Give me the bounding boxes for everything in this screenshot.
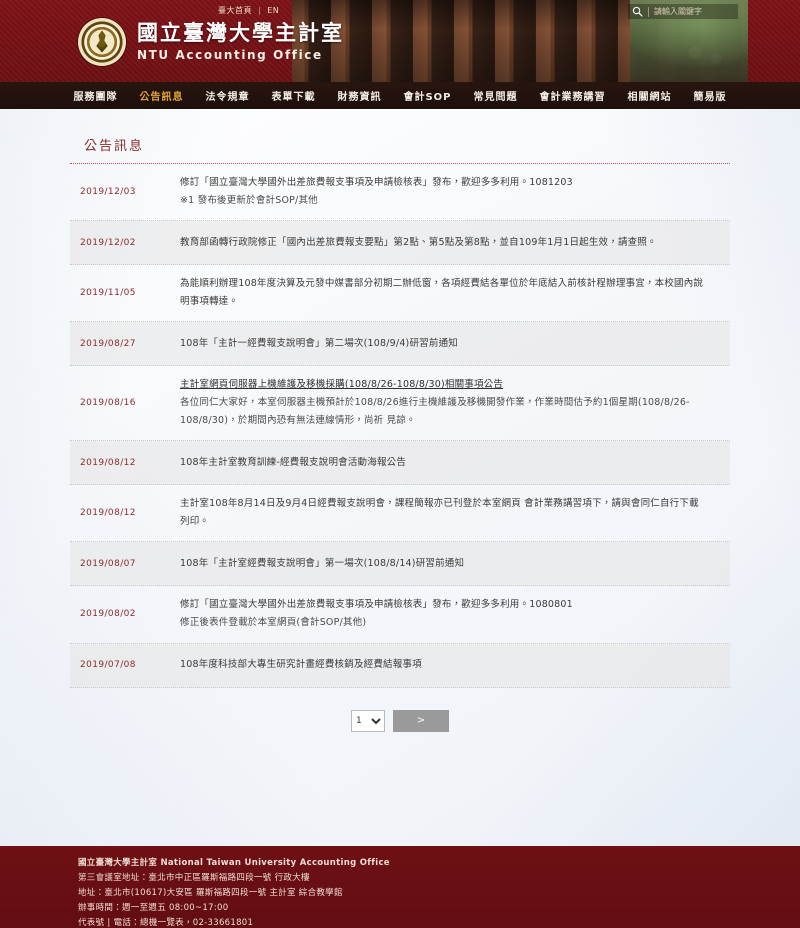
announcement-title[interactable]: 108年「主計室經費報支說明會」第一場次(108/8/14)研習前通知	[180, 555, 716, 573]
table-row[interactable]: 2019/12/03 修訂「國立臺灣大學國外出差旅費報支事項及申請檢核表」發布，…	[70, 164, 730, 222]
announcement-date: 2019/08/16	[80, 398, 136, 409]
announcement-title-cont: 明事項轉達。	[180, 296, 239, 308]
announcement-body: 主計室108年8月14日及9月4日經費報支說明會，課程簡報亦已刊登於本室網頁 會…	[180, 495, 730, 531]
announcement-title[interactable]: 主計室108年8月14日及9月4日經費報支說明會，課程簡報亦已刊登於本室網頁 會…	[180, 495, 716, 513]
main-navigation: 服務團隊 公告訊息 法令規章 表單下載 財務資訊 會計SOP 常見問題 會計業務…	[0, 82, 800, 109]
announcement-title[interactable]: 主計室網頁伺服器上機維護及移機採購(108/8/26-108/8/30)相關事項…	[180, 376, 716, 394]
brand-text: 國立臺灣大學主計室 NTU Accounting Office	[137, 21, 344, 62]
site-footer: 國立臺灣大學主計室 National Taiwan University Acc…	[0, 846, 800, 928]
footer-org-name: 國立臺灣大學主計室 National Taiwan University Acc…	[78, 858, 390, 868]
announcement-body: 為能順利辦理108年度決算及元發中媒書部分初期二辦低窗，各項經費結各單位於年底結…	[180, 275, 730, 311]
table-row[interactable]: 2019/08/07 108年「主計室經費報支說明會」第一場次(108/8/14…	[70, 542, 730, 587]
top-utility-links: 臺大首頁 | EN	[218, 5, 279, 16]
table-row[interactable]: 2019/11/05 為能順利辦理108年度決算及元發中媒書部分初期二辦低窗，各…	[70, 265, 730, 323]
page-body: 公告訊息 2019/12/03 修訂「國立臺灣大學國外出差旅費報支事項及申請檢核…	[0, 109, 800, 846]
nav-item-accounting-sop[interactable]: 會計SOP	[392, 88, 462, 103]
content-container: 公告訊息 2019/12/03 修訂「國立臺灣大學國外出差旅費報支事項及申請檢核…	[70, 109, 730, 732]
site-header: 臺大首頁 | EN 國立臺灣大學主計室 NTU Accounting Offic…	[0, 0, 800, 82]
nav-item-related-links[interactable]: 相關網站	[617, 88, 683, 103]
announcement-date: 2019/08/12	[80, 508, 136, 519]
announcement-title[interactable]: 修訂「國立臺灣大學國外出差旅費報支事項及申請檢核表」發布，歡迎多多利用。1081…	[180, 174, 716, 192]
next-page-button[interactable]: >	[393, 709, 449, 732]
footer-office-hours: 辦事時間：週一至週五 08:00~17:00	[78, 902, 229, 913]
announcement-body: 修訂「國立臺灣大學國外出差旅費報支事項及申請檢核表」發布，歡迎多多利用。1081…	[180, 174, 730, 210]
top-links-separator: |	[258, 6, 262, 15]
nav-item-form-download[interactable]: 表單下載	[260, 88, 326, 103]
announcement-list: 2019/12/03 修訂「國立臺灣大學國外出差旅費報支事項及申請檢核表」發布，…	[70, 164, 730, 688]
announcement-date: 2019/08/02	[80, 609, 136, 620]
brand-title-chinese: 國立臺灣大學主計室	[137, 21, 344, 45]
nav-item-regulations[interactable]: 法令規章	[194, 88, 260, 103]
announcement-date: 2019/12/02	[80, 237, 136, 248]
brand-title-english: NTU Accounting Office	[137, 48, 323, 62]
footer-address: 地址：臺北市(10617)大安區 羅斯福路四段一號 主計室 綜合教學館	[78, 887, 343, 898]
announcement-title-cont: 列印。	[180, 516, 210, 528]
announcement-subtext: 各位同仁大家好，本室伺服器主機預計於108/8/26進行主機維護及移機開發作業，…	[180, 397, 690, 427]
nav-item-simple-version[interactable]: 簡易版	[683, 88, 738, 103]
page-title: 公告訊息	[84, 139, 145, 154]
page-select[interactable]: 1	[351, 709, 385, 732]
announcement-body: 108年「主計室經費報支說明會」第一場次(108/8/14)研習前通知	[180, 555, 730, 573]
announcement-date: 2019/08/12	[80, 457, 136, 468]
search-divider	[648, 6, 649, 17]
announcement-title[interactable]: 修訂「國立臺灣大學國外出差旅費報支事項及申請檢核表」發布，歡迎多多利用。1080…	[180, 596, 716, 614]
announcement-body: 主計室網頁伺服器上機維護及移機採購(108/8/26-108/8/30)相關事項…	[180, 376, 730, 430]
footer-address-meeting-room: 第三會議室地址：臺北市中正區羅斯福路四段一號 行政大樓	[78, 872, 310, 883]
pagination: 1 >	[70, 709, 730, 732]
announcement-title[interactable]: 108年「主計一經費報支說明會」第二場次(108/9/4)研習前通知	[180, 335, 716, 353]
english-link[interactable]: EN	[267, 6, 279, 15]
footer-phone: 代表號 | 電話：總機一覽表，02-33661801	[78, 917, 254, 928]
ntu-homepage-link[interactable]: 臺大首頁	[218, 5, 252, 16]
table-row[interactable]: 2019/08/12 主計室108年8月14日及9月4日經費報支說明會，課程簡報…	[70, 485, 730, 543]
announcement-body: 108年主計室教育訓練-經費報支說明會活動海報公告	[180, 454, 730, 472]
announcement-date: 2019/08/27	[80, 338, 136, 349]
table-row[interactable]: 2019/08/12 108年主計室教育訓練-經費報支說明會活動海報公告	[70, 441, 730, 486]
table-row[interactable]: 2019/08/02 修訂「國立臺灣大學國外出差旅費報支事項及申請檢核表」發布，…	[70, 586, 730, 644]
announcement-title[interactable]: 108年度科技部大專生研究計畫經費核銷及經費結報事項	[180, 656, 716, 674]
announcement-body: 教育部函轉行政院修正「國內出差旅費報支要點」第2點、第5點及第8點，並自109年…	[180, 234, 730, 252]
table-row[interactable]: 2019/08/16 主計室網頁伺服器上機維護及移機採購(108/8/26-10…	[70, 366, 730, 442]
site-search[interactable]	[628, 4, 738, 19]
header-red-panel-right	[748, 0, 800, 82]
announcement-subtext: ※1 發布後更新於會計SOP/其他	[180, 195, 318, 207]
announcement-subtext: 修正後表件登載於本室網頁(會計SOP/其他)	[180, 617, 367, 629]
announcement-date: 2019/12/03	[80, 187, 136, 198]
site-brand[interactable]: 國立臺灣大學主計室 NTU Accounting Office	[78, 18, 344, 66]
announcement-date: 2019/07/08	[80, 660, 136, 671]
search-icon[interactable]	[632, 6, 643, 17]
announcement-title[interactable]: 108年主計室教育訓練-經費報支說明會活動海報公告	[180, 454, 716, 472]
search-input[interactable]	[654, 7, 732, 16]
nav-item-financial-info[interactable]: 財務資訊	[326, 88, 392, 103]
announcement-title[interactable]: 為能順利辦理108年度決算及元發中媒書部分初期二辦低窗，各項經費結各單位於年底結…	[180, 275, 716, 293]
nav-item-accounting-training[interactable]: 會計業務講習	[529, 88, 617, 103]
announcement-body: 108年度科技部大專生研究計畫經費核銷及經費結報事項	[180, 656, 730, 674]
announcement-title[interactable]: 教育部函轉行政院修正「國內出差旅費報支要點」第2點、第5點及第8點，並自109年…	[180, 234, 716, 252]
table-row[interactable]: 2019/07/08 108年度科技部大專生研究計畫經費核銷及經費結報事項	[70, 643, 730, 688]
nav-item-faq[interactable]: 常見問題	[463, 88, 529, 103]
table-row[interactable]: 2019/08/27 108年「主計一經費報支說明會」第二場次(108/9/4)…	[70, 322, 730, 367]
nav-item-service-team[interactable]: 服務團隊	[62, 88, 128, 103]
announcement-body: 108年「主計一經費報支說明會」第二場次(108/9/4)研習前通知	[180, 335, 730, 353]
announcement-date: 2019/08/07	[80, 558, 136, 569]
nav-item-announcements[interactable]: 公告訊息	[128, 88, 194, 103]
announcement-body: 修訂「國立臺灣大學國外出差旅費報支事項及申請檢核表」發布，歡迎多多利用。1080…	[180, 596, 730, 632]
table-row[interactable]: 2019/12/02 教育部函轉行政院修正「國內出差旅費報支要點」第2點、第5點…	[70, 221, 730, 266]
announcement-date: 2019/11/05	[80, 288, 136, 299]
ntu-crest-logo	[78, 18, 126, 66]
